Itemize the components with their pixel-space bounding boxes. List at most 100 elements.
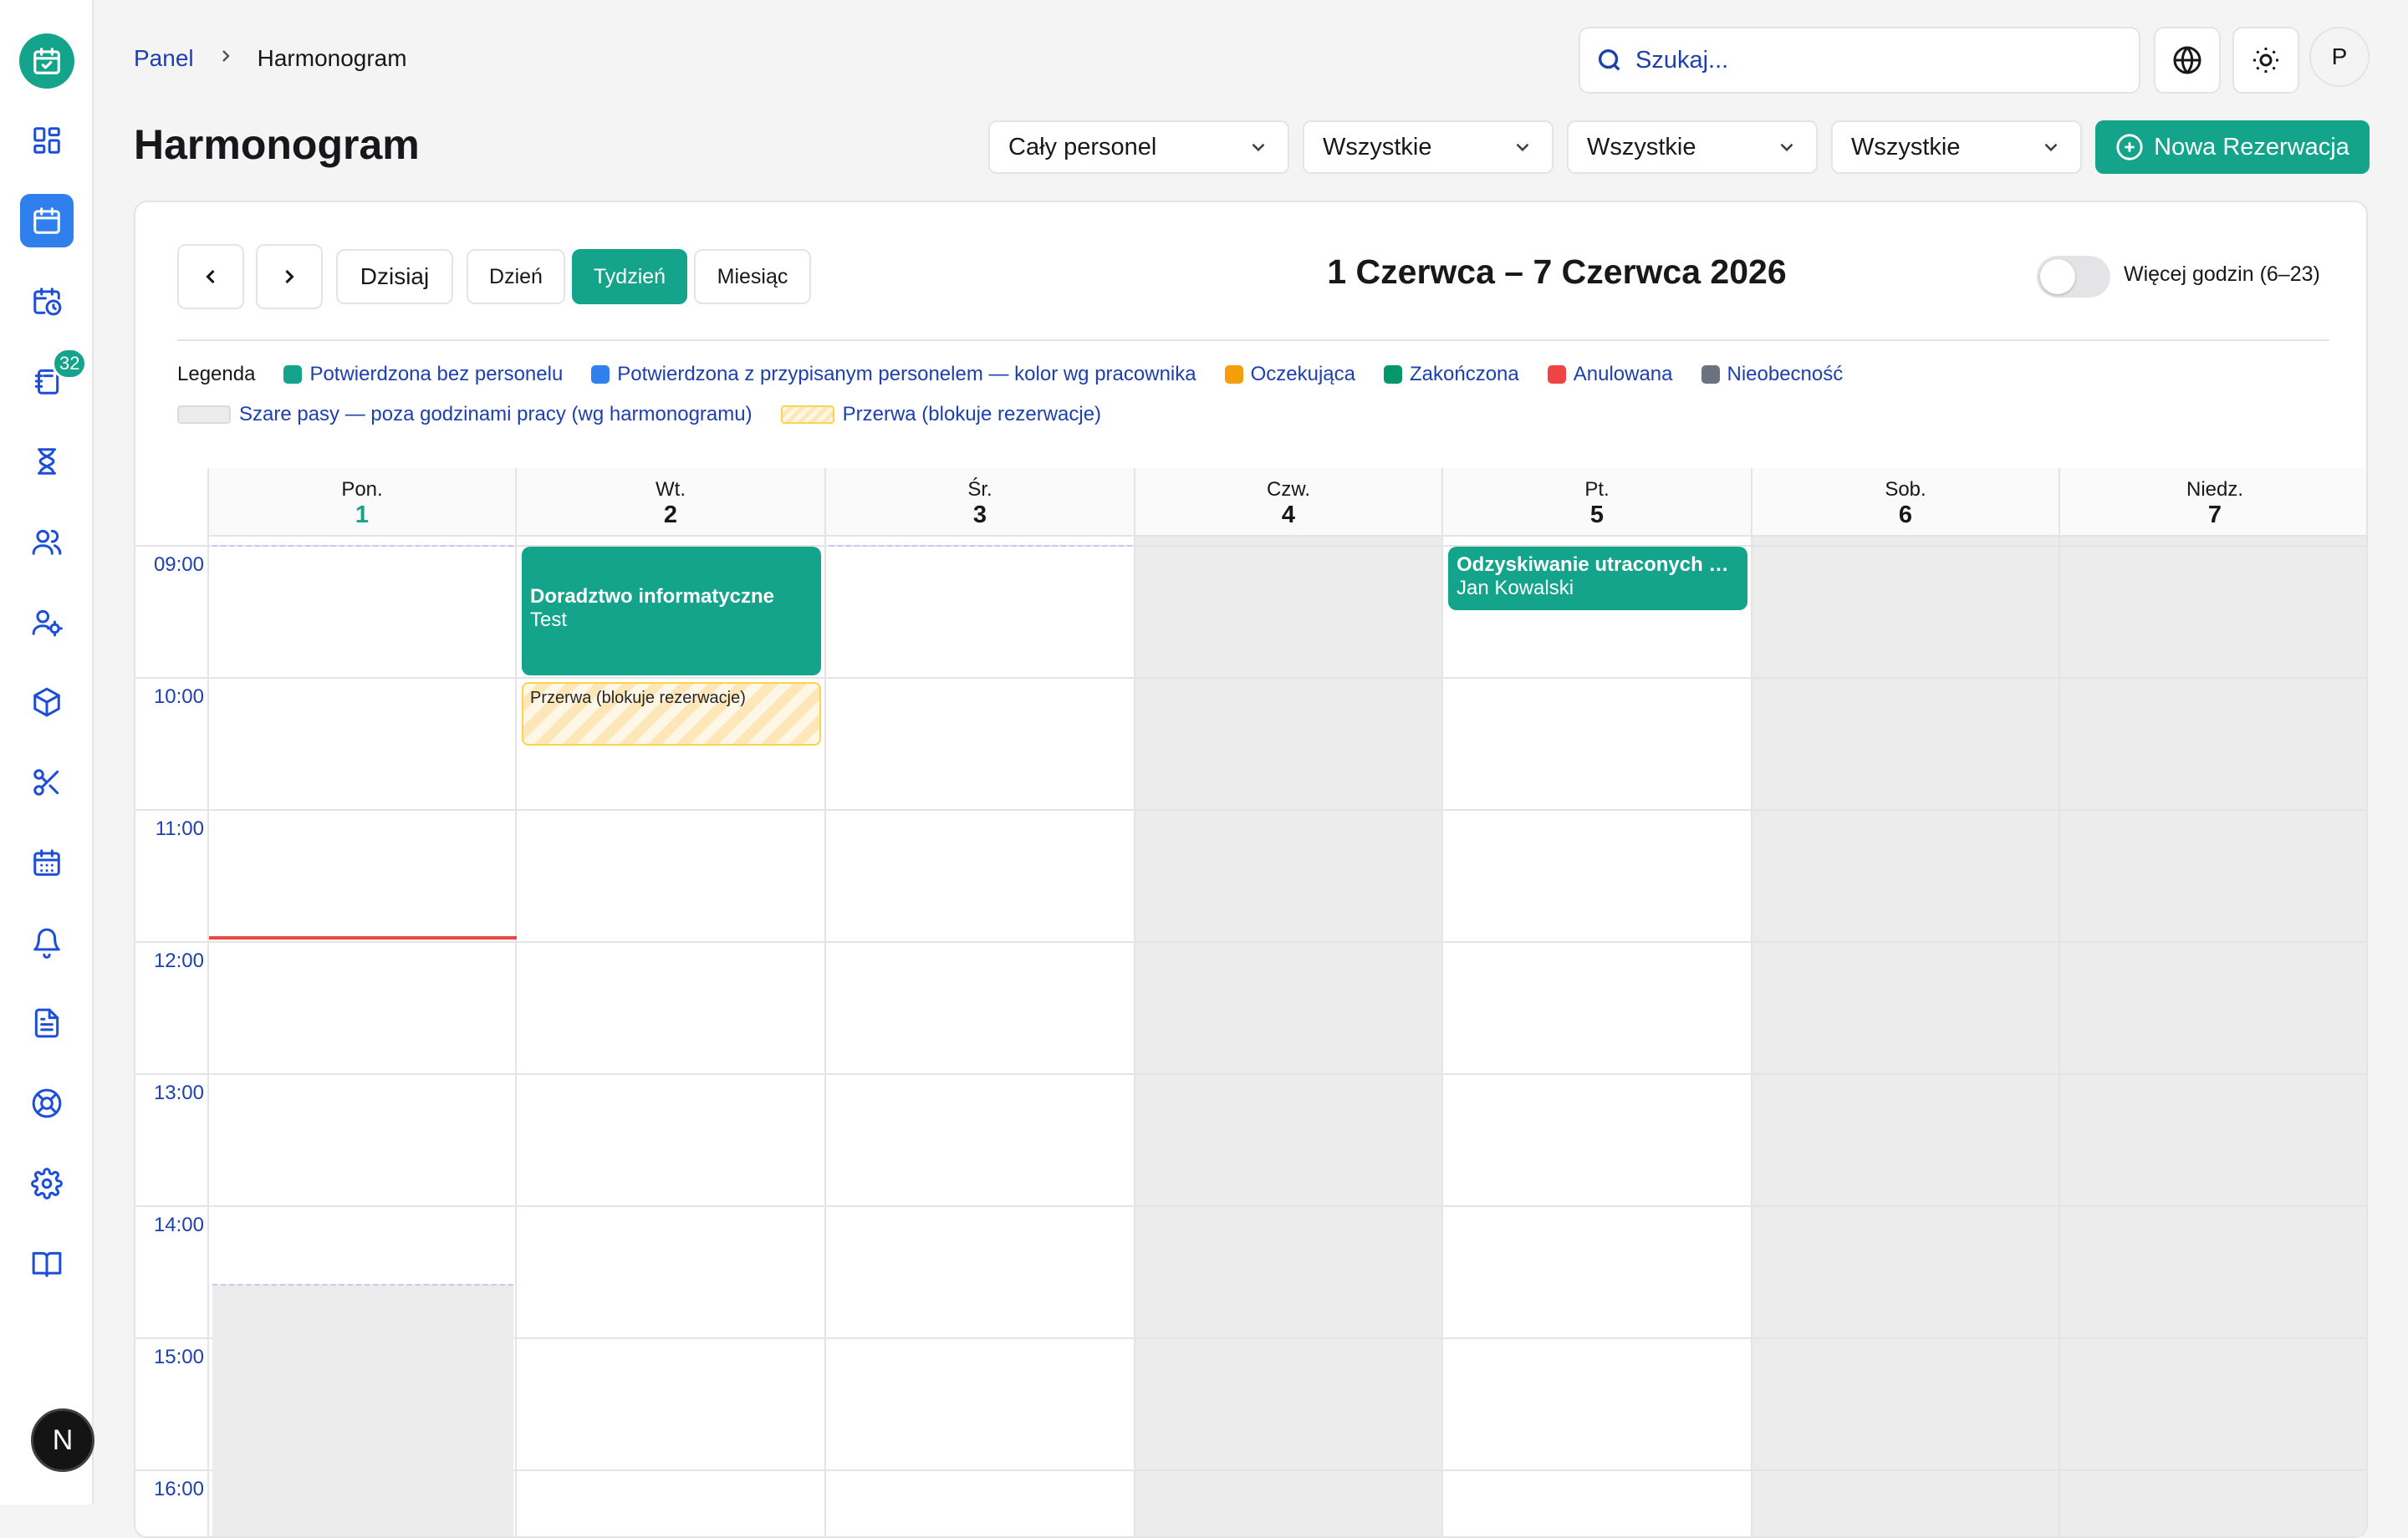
day-column-fri[interactable] [1443,537,1752,1536]
staff-filter-value: Cały personel [1008,133,1157,160]
day-header-wed[interactable]: Śr. 3 [826,468,1135,537]
work-start-marker [212,545,513,547]
legend-label: Przerwa (blokuje rezerwacje) [842,403,1102,425]
event-card[interactable]: Odzyskiwanie utraconych danych Jan Kowal… [1448,547,1747,610]
day-header-mon[interactable]: Pon. 1 [209,468,517,537]
notebook-icon[interactable]: 32 [20,348,88,408]
chevron-left-icon [206,269,215,284]
day-number: 3 [972,502,987,528]
more-hours-toggle[interactable] [2037,256,2110,298]
day-number: 1 [355,502,370,528]
chevron-down-icon [1516,143,1529,152]
breadcrumb-parent[interactable]: Panel [134,45,194,72]
book-icon[interactable] [20,1237,74,1291]
legend-row-2: Szare pasy — poza godzinami pracy (wg ha… [177,403,1130,426]
filter-select-2[interactable]: Wszystkie [1303,120,1553,174]
language-button[interactable] [2154,27,2221,94]
next-week-button[interactable] [256,244,323,309]
lifebuoy-icon[interactable] [20,1077,74,1130]
day-name: Niedz. [2186,478,2244,501]
day-header-thu[interactable]: Czw. 4 [1135,468,1443,537]
dashboard-icon[interactable] [20,114,74,167]
bell-icon[interactable] [20,916,74,970]
event-subtitle: Test [530,609,568,631]
day-header-tue[interactable]: Wt. 2 [517,468,826,537]
view-day-button[interactable]: Dzień [467,249,565,304]
filter-select-4[interactable]: Wszystkie [1831,120,2082,174]
day-number: 6 [1898,502,1913,528]
hour-line [135,1073,2366,1075]
gear-icon[interactable] [20,1157,74,1210]
bottom-avatar[interactable]: N [31,1408,94,1472]
legend-swatch [1224,365,1243,384]
day-column-sun[interactable] [2060,537,2366,1536]
theme-toggle-button[interactable] [2232,27,2299,94]
sidebar: 32 N [0,0,94,1505]
time-label: 11:00 [155,817,204,840]
document-icon[interactable] [20,996,74,1050]
hour-line [135,809,2366,811]
day-name: Sob. [1885,478,1926,501]
chevron-right-icon [216,46,236,72]
day-name: Pt. [1584,478,1610,501]
calendar-icon[interactable] [20,194,74,247]
day-column-thu[interactable] [1135,537,1443,1536]
legend-item-confirmed-no-staff: Potwierdzona bez personelu [283,363,563,386]
hour-line [135,941,2366,943]
day-column-sat[interactable] [1752,537,2060,1536]
calendar-grid-icon[interactable] [20,836,74,889]
user-cog-icon[interactable] [20,595,74,649]
day-number: 2 [663,502,678,528]
legend-item-break: Przerwa (blokuje rezerwacje) [780,403,1102,426]
staff-filter-select[interactable]: Cały personel [988,120,1289,174]
event-subtitle: Jan Kowalski [1457,577,1574,599]
legend-swatch [1701,365,1720,384]
legend-swatch [283,365,303,384]
event-card[interactable]: Doradztwo informatyczne Test [522,547,821,675]
day-header-fri[interactable]: Pt. 5 [1443,468,1752,537]
time-label: 12:00 [153,950,204,972]
legend-label: Potwierdzona z przypisanym personelem — … [617,363,1196,385]
day-name: Wt. [656,478,686,501]
view-month-button[interactable]: Miesiąc [694,249,811,304]
day-number: 4 [1281,502,1296,528]
calendar-clock-icon[interactable] [20,274,74,328]
filter-2-value: Wszystkie [1323,133,1432,160]
day-column-wed[interactable] [826,537,1135,1536]
page-title: Harmonogram [134,121,420,168]
legend-swatch-gray [177,405,231,424]
day-header-sat[interactable]: Sob. 6 [1752,468,2060,537]
chevron-down-icon [1780,143,1793,152]
filter-select-3[interactable]: Wszystkie [1567,120,1818,174]
legend-label: Oczekująca [1250,363,1355,385]
legend-item-confirmed-staff: Potwierdzona z przypisanym personelem — … [591,363,1196,386]
scissors-icon[interactable] [20,756,74,809]
new-reservation-button[interactable]: Nowa Rezerwacja [2095,120,2370,174]
legend-label: Zakończona [1409,363,1519,385]
chevron-right-icon [285,269,294,284]
time-label: 15:00 [153,1346,204,1368]
day-header-sun[interactable]: Niedz. 7 [2060,468,2366,537]
view-week-button[interactable]: Tydzień [572,249,687,304]
day-name: Śr. [967,478,992,501]
search-box[interactable] [1579,27,2140,94]
time-gutter-divider [207,468,209,1536]
break-block: Przerwa (blokuje rezerwacje) [522,682,821,746]
calendar-check-icon[interactable] [19,33,74,89]
legend-label: Nieobecność [1727,363,1844,385]
plus-circle-icon [2116,134,2143,160]
users-icon[interactable] [20,515,74,568]
legend-swatch [1383,365,1402,384]
today-button[interactable]: Dzisiaj [336,249,453,304]
user-avatar[interactable]: P [2309,27,2370,87]
day-name: Czw. [1266,478,1310,501]
legend-item-cancelled: Anulowana [1547,363,1673,386]
time-label: 10:00 [153,685,204,708]
legend-swatch [1547,365,1566,384]
hourglass-icon[interactable] [20,435,74,488]
hour-line [135,677,2366,679]
time-label: 13:00 [153,1082,204,1104]
prev-week-button[interactable] [177,244,244,309]
search-input[interactable] [1635,46,2104,74]
box-icon[interactable] [20,675,74,729]
